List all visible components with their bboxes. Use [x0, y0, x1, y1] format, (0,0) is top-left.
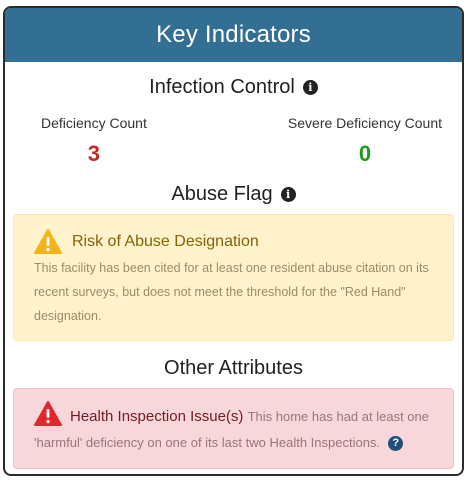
- infection-control-title: Infection Control: [149, 76, 295, 98]
- deficiency-count-value: 3: [87, 141, 101, 166]
- severe-deficiency-count: Severe Deficiency Count 0: [288, 115, 442, 167]
- danger-triangle-icon: [34, 401, 62, 426]
- other-attributes-title: Other Attributes: [164, 357, 303, 379]
- warning-triangle-icon: [34, 229, 62, 254]
- card-header: Key Indicators: [5, 8, 462, 62]
- question-circle-icon[interactable]: ?: [388, 435, 404, 451]
- health-inspection-alert: Health Inspection Issue(s) This home has…: [13, 388, 454, 469]
- severe-deficiency-count-value: 0: [358, 141, 372, 166]
- card-title: Key Indicators: [156, 21, 311, 48]
- severe-deficiency-count-label: Severe Deficiency Count: [287, 115, 442, 131]
- abuse-flag-title: Abuse Flag: [171, 183, 273, 205]
- abuse-flag-section: Abuse Flag i Risk of Abuse Designation T…: [5, 183, 462, 341]
- abuse-flag-heading: Abuse Flag i: [5, 183, 462, 206]
- abuse-alert-body: This facility has been cited for at leas…: [34, 261, 429, 323]
- health-inspection-alert-content: Health Inspection Issue(s) This home has…: [34, 401, 433, 456]
- health-inspection-alert-title: Health Inspection Issue(s): [70, 408, 244, 425]
- infection-control-section: Infection Control i Deficiency Count 3 S…: [5, 62, 462, 167]
- other-attributes-heading: Other Attributes: [5, 357, 462, 380]
- other-attributes-section: Other Attributes Health Inspection Issue…: [5, 357, 462, 469]
- infection-counts: Deficiency Count 3 Severe Deficiency Cou…: [5, 115, 462, 167]
- deficiency-count-label: Deficiency Count: [41, 115, 147, 131]
- infection-control-heading: Infection Control i: [5, 76, 462, 99]
- abuse-alert-header: Risk of Abuse Designation: [34, 229, 433, 254]
- abuse-alert: Risk of Abuse Designation This facility …: [13, 214, 454, 341]
- info-icon[interactable]: i: [280, 187, 296, 202]
- abuse-alert-title: Risk of Abuse Designation: [72, 232, 259, 250]
- key-indicators-card: Key Indicators Infection Control i Defic…: [3, 6, 464, 476]
- info-icon[interactable]: i: [302, 80, 318, 95]
- deficiency-count: Deficiency Count 3: [41, 115, 147, 167]
